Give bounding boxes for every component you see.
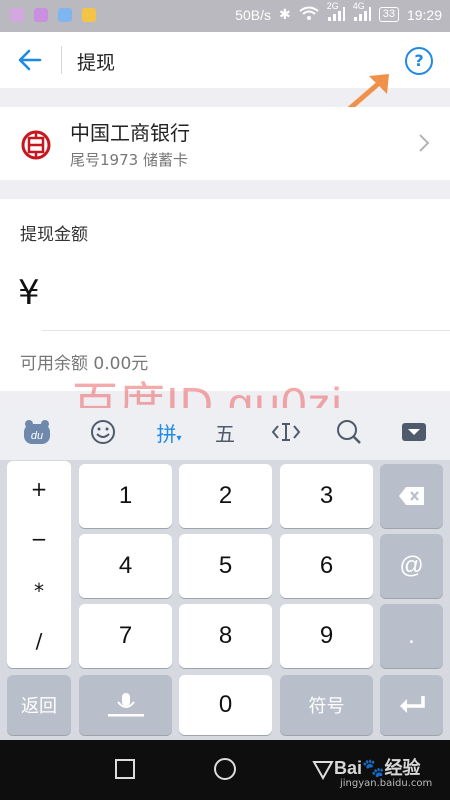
search-icon[interactable] <box>334 418 364 450</box>
plus-key[interactable]: + <box>7 477 71 501</box>
app-notification-icon <box>34 8 48 22</box>
symbols-key[interactable]: 符号 <box>280 675 373 735</box>
clock: 19:29 <box>406 6 442 23</box>
key-2[interactable]: 2 <box>179 464 272 528</box>
enter-key[interactable] <box>380 675 443 735</box>
help-icon[interactable]: ? <box>405 47 433 75</box>
watermark-url: jingyan.baidu.com <box>340 778 433 789</box>
key-9[interactable]: 9 <box>280 604 373 668</box>
currency-symbol: ¥ <box>18 273 40 313</box>
minus-key[interactable]: − <box>7 527 71 551</box>
key-7[interactable]: 7 <box>79 604 172 668</box>
bluetooth-icon: ✱ <box>278 6 291 22</box>
emoji-icon[interactable] <box>88 418 118 450</box>
numeric-keyboard: + − * / 1 2 3 4 5 6 @ 7 8 9 . 返回 0 符号 <box>0 461 450 740</box>
amount-input[interactable] <box>42 269 442 325</box>
key-5[interactable]: 5 <box>179 534 272 598</box>
baidu-input-logo-icon[interactable]: du <box>22 418 52 450</box>
network-speed: 50B/s <box>235 6 271 23</box>
dot-key[interactable]: . <box>380 604 443 668</box>
system-nav-bar: Bai🐾经验 jingyan.baidu.com <box>0 740 450 800</box>
key-4[interactable]: 4 <box>79 534 172 598</box>
signal-icon: 2G <box>327 1 345 23</box>
bank-name: 中国工商银行 <box>70 121 190 145</box>
key-0[interactable]: 0 <box>179 675 272 735</box>
home-icon[interactable] <box>213 757 237 781</box>
withdraw-amount-section: 提现金额 ¥ 可用余额 0.00元 <box>0 199 450 391</box>
header-divider <box>61 46 62 74</box>
multiply-key[interactable]: * <box>7 579 71 603</box>
keyboard-toolbar: du 拼▾ 五 <box>0 408 450 461</box>
bank-card-selector[interactable]: 中国工商银行 尾号1973 储蓄卡 <box>0 107 450 180</box>
page-title: 提现 <box>77 52 116 74</box>
chevron-right-icon <box>418 133 430 153</box>
hide-keyboard-icon[interactable] <box>400 418 428 450</box>
app-notification-icon <box>10 8 24 22</box>
app-notification-icon <box>58 8 72 22</box>
battery-icon: 33 <box>378 7 399 22</box>
pinyin-mode-button[interactable]: 拼▾ <box>148 418 190 450</box>
key-8[interactable]: 8 <box>179 604 272 668</box>
back-key[interactable]: 返回 <box>7 675 71 735</box>
cursor-move-icon[interactable] <box>270 418 302 450</box>
delete-key[interactable] <box>380 464 443 528</box>
signal-icon: 4G <box>353 1 371 23</box>
bank-card-detail: 尾号1973 储蓄卡 <box>70 151 188 169</box>
key-6[interactable]: 6 <box>280 534 373 598</box>
recent-apps-icon[interactable] <box>115 759 135 779</box>
back-arrow-icon[interactable] <box>14 46 46 74</box>
app-notification-icon <box>82 8 96 22</box>
svg-text:du: du <box>31 430 43 442</box>
symbol-column: + − * / <box>7 461 71 668</box>
divide-key[interactable]: / <box>7 629 71 653</box>
microphone-key[interactable] <box>79 675 172 735</box>
status-bar: 50B/s ✱ 2G 4G 33 19:29 <box>0 0 450 32</box>
amount-input-underline <box>42 330 450 331</box>
key-1[interactable]: 1 <box>79 464 172 528</box>
at-key[interactable]: @ <box>380 534 443 598</box>
icbc-logo-icon <box>20 129 52 161</box>
wubi-mode-button[interactable]: 五 <box>210 418 240 450</box>
baidu-jingyan-logo: Bai🐾经验 <box>334 758 421 778</box>
key-3[interactable]: 3 <box>280 464 373 528</box>
amount-label: 提现金额 <box>20 225 88 245</box>
wifi-icon <box>299 6 319 23</box>
